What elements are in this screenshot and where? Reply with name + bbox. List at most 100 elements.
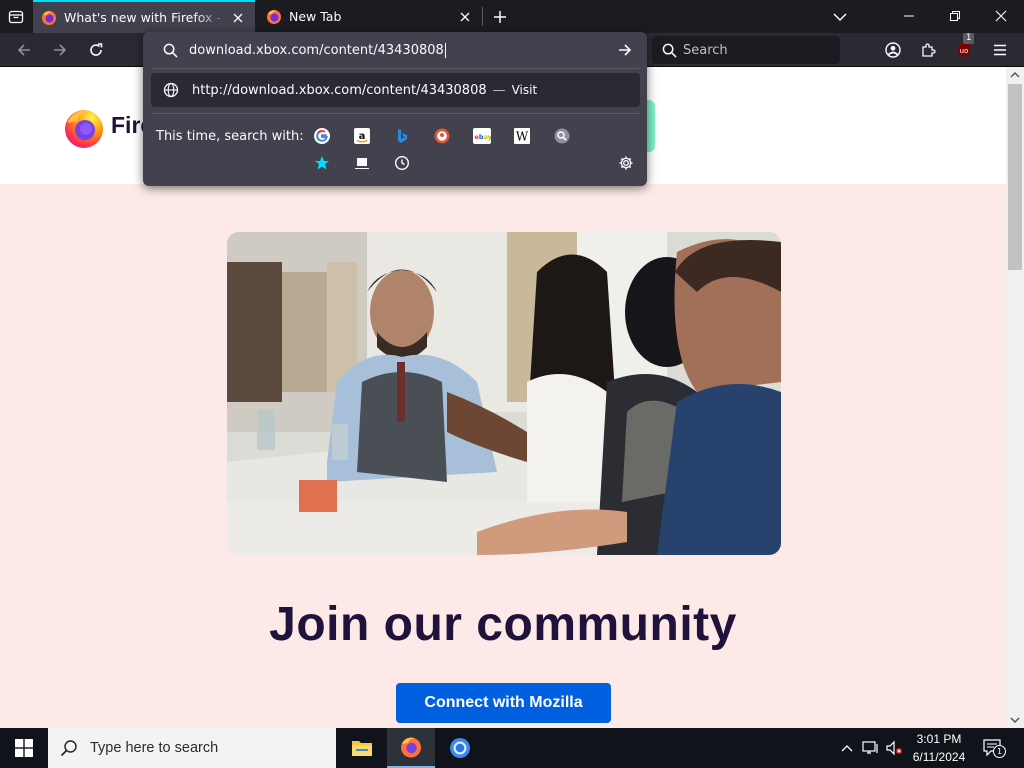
scroll-up-icon[interactable] — [1010, 71, 1020, 79]
urlbar-dropdown: download.xbox.com/content/43430808 http:… — [143, 32, 647, 186]
community-heading: Join our community — [269, 598, 737, 651]
wikipedia-icon: W — [514, 128, 530, 144]
firefox-taskbar-button[interactable] — [387, 728, 435, 768]
result-action: Visit — [511, 83, 538, 97]
page-scrollbar[interactable] — [1006, 67, 1024, 728]
forward-button[interactable] — [48, 38, 72, 62]
tab-whats-new[interactable]: What's new with Firefox - More — [33, 0, 255, 33]
chrome-taskbar-button[interactable] — [436, 728, 484, 768]
go-arrow-icon[interactable] — [617, 42, 633, 58]
tab-title: New Tab — [289, 9, 342, 24]
show-hidden-icons-button[interactable] — [838, 738, 856, 758]
url-input-text: download.xbox.com/content/43430808 — [189, 42, 446, 58]
firefox-logo-icon[interactable] — [63, 107, 105, 149]
notifications-button[interactable]: 1 — [980, 736, 1006, 760]
bing-engine-button[interactable] — [393, 127, 411, 145]
restore-icon — [950, 11, 960, 21]
result-separator: — — [492, 82, 506, 98]
tab-title: What's new with Firefox - More — [64, 10, 227, 25]
account-button[interactable] — [881, 38, 905, 62]
google-icon — [314, 128, 330, 144]
connect-with-mozilla-button[interactable]: Connect with Mozilla — [396, 683, 611, 723]
search-icon — [60, 740, 77, 757]
close-tab-button[interactable] — [454, 6, 476, 28]
minimize-button[interactable] — [891, 2, 927, 30]
firefox-favicon-icon — [267, 9, 281, 24]
search-placeholder: Search — [683, 42, 728, 58]
network-icon — [862, 741, 878, 754]
taskbar-search-box[interactable]: Type here to search — [48, 728, 336, 768]
search-engine-icon — [554, 128, 570, 144]
firefox-view-button[interactable] — [5, 6, 27, 28]
tabs-button[interactable] — [353, 154, 371, 172]
search-with-label: This time, search with: — [156, 129, 304, 144]
svg-text:uo: uo — [960, 47, 969, 55]
close-icon — [995, 10, 1007, 22]
app-menu-button[interactable] — [988, 38, 1012, 62]
account-icon — [885, 42, 901, 58]
search-settings-button[interactable] — [617, 154, 635, 172]
search-icon — [662, 43, 677, 58]
chevron-down-icon — [833, 13, 847, 22]
ublock-button[interactable]: uo 1 — [952, 33, 976, 62]
divider — [151, 113, 639, 114]
bookmarks-icon — [315, 156, 329, 170]
divider — [151, 68, 639, 69]
extension-badge: 1 — [963, 33, 975, 44]
firefox-view-icon — [8, 10, 24, 24]
meeting-photo — [227, 232, 781, 555]
ebay-icon: ebay — [473, 128, 491, 144]
new-tab-button[interactable] — [489, 6, 511, 28]
reload-icon — [90, 43, 103, 56]
bookmarks-button[interactable] — [313, 154, 331, 172]
gear-icon — [619, 156, 633, 170]
back-button[interactable] — [12, 38, 36, 62]
folder-icon — [352, 741, 372, 756]
close-window-button[interactable] — [983, 2, 1019, 30]
search-engine-button[interactable] — [553, 127, 571, 145]
url-input[interactable]: download.xbox.com/content/43430808 — [143, 32, 647, 68]
google-engine-button[interactable] — [313, 127, 331, 145]
puzzle-icon — [922, 43, 936, 57]
search-icon — [163, 43, 178, 58]
taskbar-clock[interactable]: 3:01 PM 6/11/2024 — [904, 730, 974, 766]
duckduckgo-engine-button[interactable] — [433, 127, 451, 145]
ebay-engine-button[interactable]: ebay — [473, 127, 491, 145]
close-icon — [460, 12, 470, 21]
file-explorer-button[interactable] — [338, 728, 386, 768]
history-button[interactable] — [393, 154, 411, 172]
scrollbar-thumb[interactable] — [1008, 84, 1022, 270]
chrome-icon — [450, 738, 470, 758]
search-bar[interactable]: Search — [652, 36, 840, 64]
minimize-icon — [904, 15, 914, 17]
notification-count: 1 — [993, 745, 1006, 758]
result-url: http://download.xbox.com/content/4343080… — [192, 82, 487, 98]
firefox-favicon-icon — [42, 10, 56, 25]
close-tab-button[interactable] — [227, 7, 249, 29]
close-icon — [233, 13, 243, 22]
extensions-button[interactable] — [917, 38, 941, 62]
bing-icon — [398, 129, 407, 143]
url-result-row[interactable]: http://download.xbox.com/content/4343080… — [151, 73, 640, 107]
hero-photo — [227, 232, 781, 555]
tabs-icon — [355, 158, 369, 169]
globe-icon — [163, 82, 179, 98]
windows-taskbar: Type here to search 3:01 PM 6/11/2024 1 — [0, 728, 1024, 768]
windows-logo-icon — [15, 739, 33, 757]
network-button[interactable] — [861, 738, 881, 758]
chevron-up-icon — [841, 745, 853, 752]
clock-date: 6/11/2024 — [912, 750, 966, 764]
wikipedia-engine-button[interactable]: W — [513, 127, 531, 145]
tab-new-tab[interactable]: New Tab — [258, 0, 482, 33]
list-all-tabs-button[interactable] — [829, 6, 851, 28]
scroll-down-icon[interactable] — [1010, 716, 1020, 724]
amazon-engine-button[interactable]: a — [353, 127, 371, 145]
volume-button[interactable] — [884, 738, 904, 758]
tab-separator — [482, 7, 483, 26]
start-button[interactable] — [0, 728, 48, 768]
ublock-shield-icon: uo — [958, 43, 970, 57]
arrow-left-icon — [17, 44, 30, 56]
restore-button[interactable] — [937, 2, 973, 30]
duckduckgo-icon — [434, 128, 450, 144]
reload-button[interactable] — [84, 38, 108, 62]
